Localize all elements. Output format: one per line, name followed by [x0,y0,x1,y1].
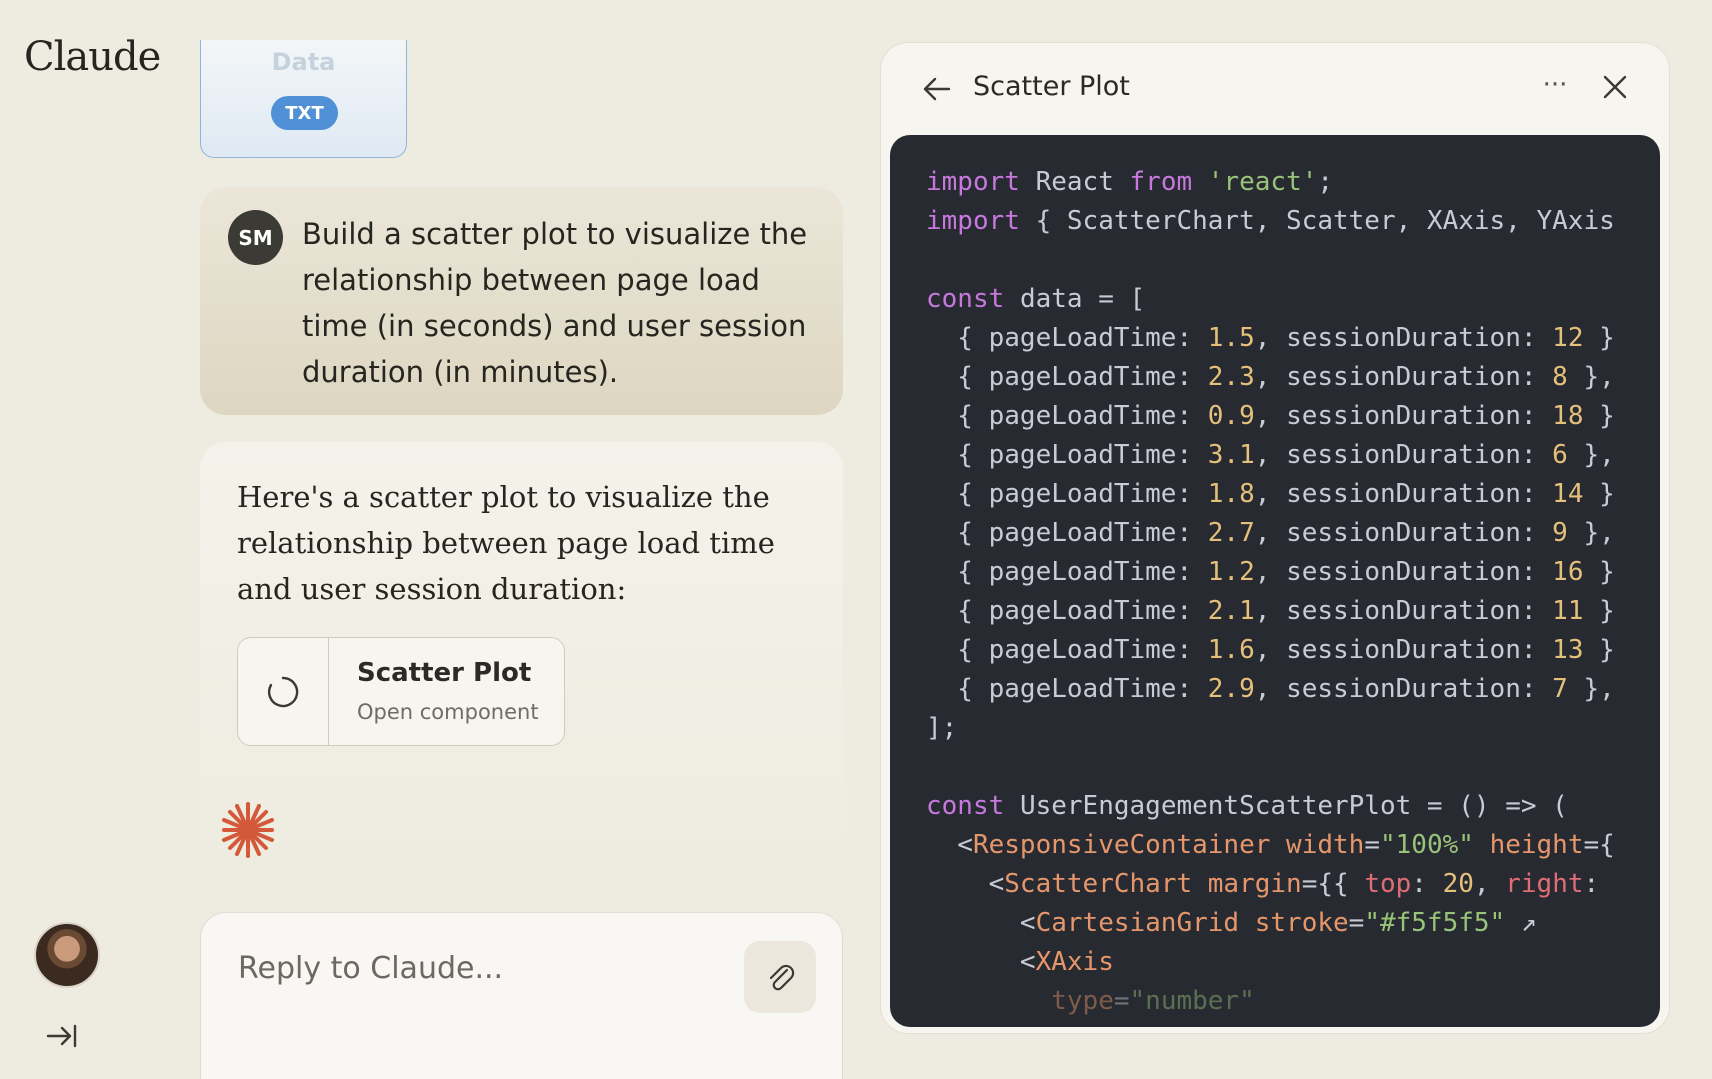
paperclip-icon[interactable] [744,941,816,1013]
close-icon[interactable] [1597,69,1633,105]
assistant-message: Here's a scatter plot to visualize the r… [200,442,843,882]
user-message: SM Build a scatter plot to visualize the… [200,187,843,415]
attachment-title: Data [271,48,336,76]
app-logo[interactable]: Claude [24,34,161,80]
artifact-title: Scatter Plot [357,658,532,688]
code-token: import [926,206,1020,236]
claude-spark-icon [220,800,276,860]
code-token: { ScatterChart, Scatter, XAxis, YAxis [1035,206,1615,236]
attachment-card[interactable]: Data TXT [200,40,407,158]
code-token: data = [ [1019,284,1146,314]
code-token: import [926,167,1020,197]
collapse-sidebar-icon[interactable] [44,1018,80,1054]
code-token: 'react' [1207,167,1318,197]
more-options-icon[interactable]: ··· [1533,65,1577,109]
user-initials-avatar: SM [228,210,283,265]
back-arrow-icon[interactable] [919,71,955,107]
code-token: React [1035,167,1114,197]
user-avatar[interactable] [34,922,100,988]
artifact-panel: Scatter Plot ··· import React from 'reac… [880,42,1670,1034]
assistant-message-text: Here's a scatter plot to visualize the r… [237,480,775,606]
file-type-badge: TXT [271,96,338,130]
code-token: from [1129,167,1193,197]
artifact-card[interactable]: Scatter Plot Open component [237,637,565,746]
code-viewer[interactable]: import React from 'react'; import { Scat… [890,135,1660,1027]
panel-title: Scatter Plot [973,71,1130,102]
loading-icon [238,638,329,745]
reply-placeholder: Reply to Claude... [238,951,504,986]
code-token: const [926,284,1005,314]
artifact-subtitle: Open component [357,700,539,724]
code-block: import React from 'react'; import { Scat… [926,167,1615,1016]
reply-input[interactable]: Reply to Claude... [200,912,843,1079]
code-token: ; [1317,167,1334,197]
user-message-text: Build a scatter plot to visualize the re… [302,217,808,389]
